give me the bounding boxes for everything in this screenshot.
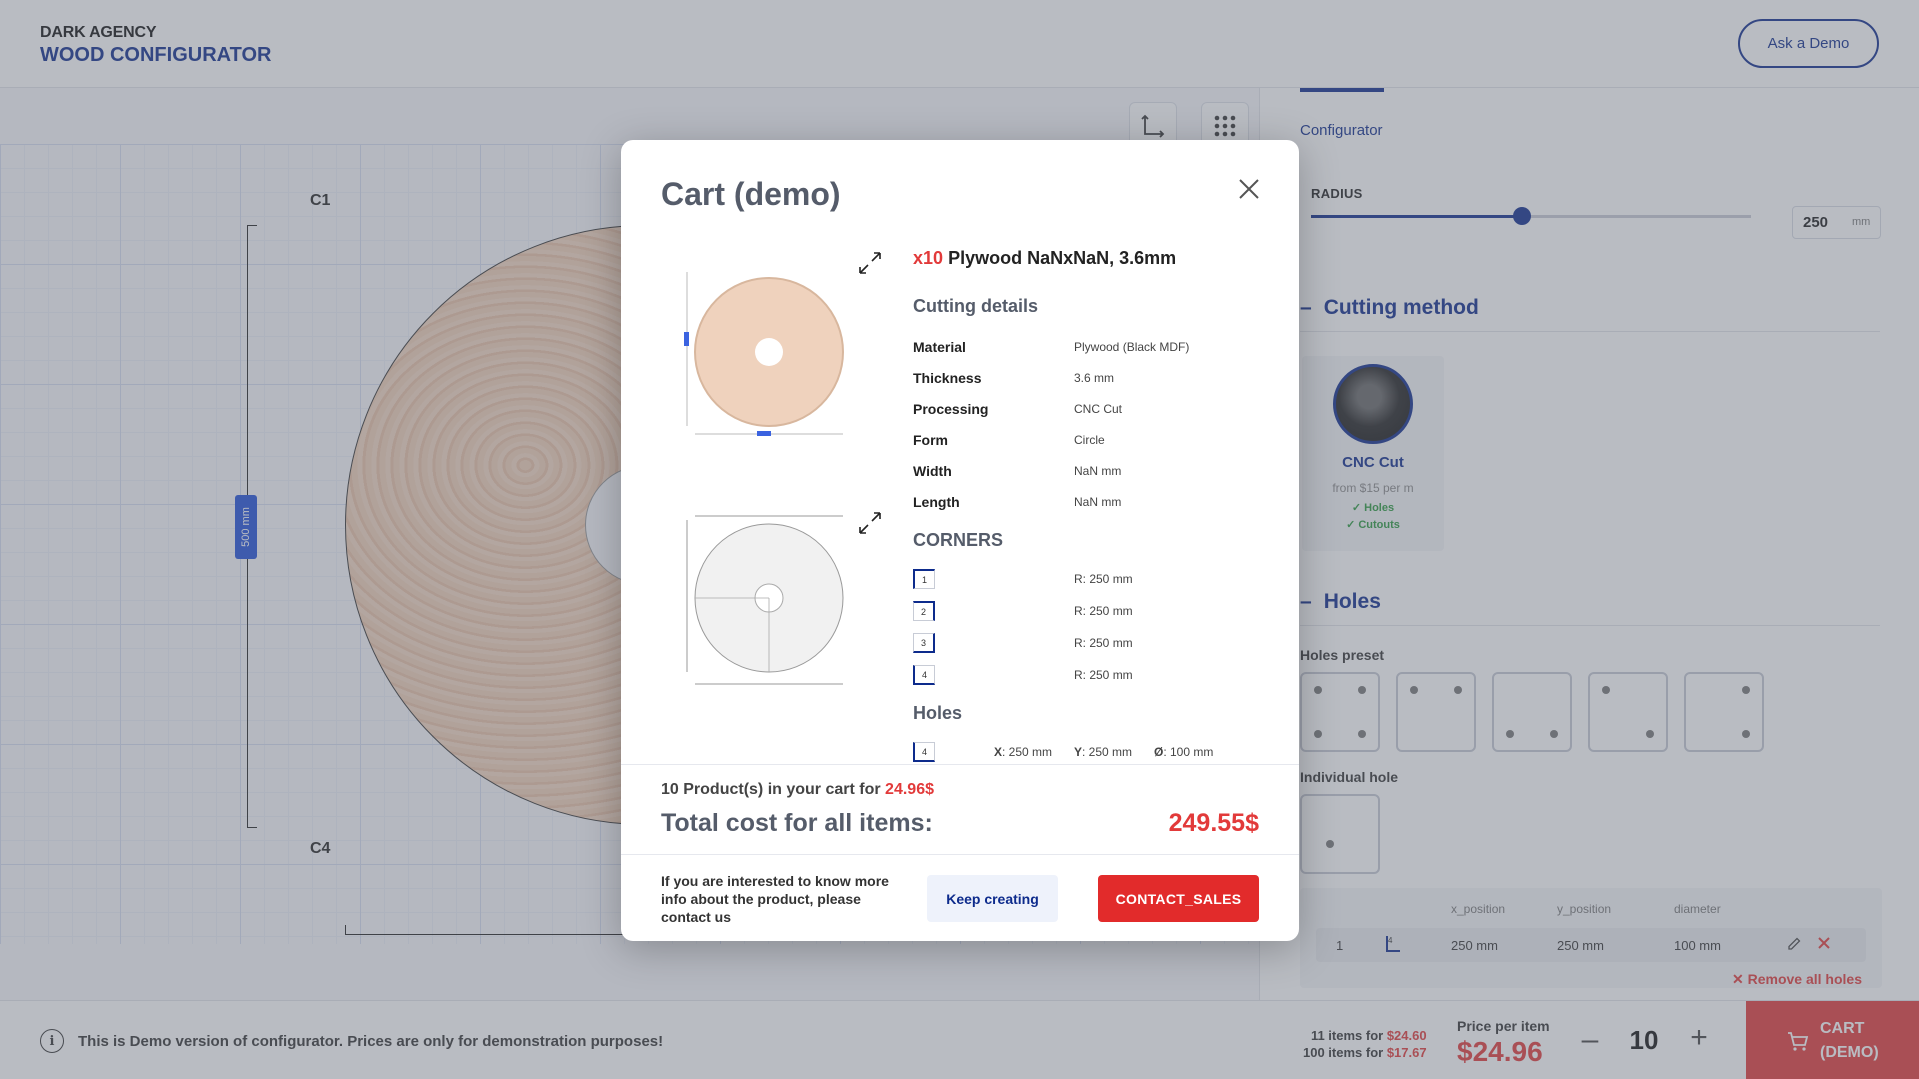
hole-x-key: X <box>994 745 1003 759</box>
detail-value-length: NaN mm <box>1074 495 1122 509</box>
corner-2-radius: R: 250 mm <box>1074 604 1133 618</box>
corner-4-radius: R: 250 mm <box>1074 668 1133 682</box>
close-icon <box>1239 179 1259 199</box>
cart-summary: 10 Product(s) in your cart for 24.96$ To… <box>621 764 1299 855</box>
detail-label-thickness: Thickness <box>913 370 982 386</box>
corner-1-radius: R: 250 mm <box>1074 572 1133 586</box>
detail-value-processing: CNC Cut <box>1074 402 1123 416</box>
detail-label-form: Form <box>913 432 948 448</box>
hole-diameter: Ø: 100 mm <box>1154 745 1213 759</box>
cart-count-price: 24.96$ <box>885 781 934 798</box>
hole-d-value: : 100 mm <box>1163 745 1214 759</box>
cart-modal: Cart (demo) x10 Plywood NaNxNaN, 3.6mm C… <box>621 140 1299 941</box>
hole-x: X: 250 mm <box>994 745 1052 759</box>
hole-y-value: : 250 mm <box>1082 745 1133 759</box>
item-drawing-thumbnail <box>669 508 869 708</box>
detail-label-processing: Processing <box>913 401 989 417</box>
cart-item-title: x10 Plywood NaNxNaN, 3.6mm <box>913 248 1176 269</box>
hole-x-value: : 250 mm <box>1002 745 1053 759</box>
expand-drawing-icon[interactable] <box>856 509 884 537</box>
corner-4-icon: 4 <box>913 665 935 685</box>
cart-item-name: Plywood NaNxNaN, 3.6mm <box>948 248 1177 268</box>
cart-item-details[interactable]: x10 Plywood NaNxNaN, 3.6mm Cutting detai… <box>621 236 1299 764</box>
close-modal-button[interactable] <box>1236 176 1262 202</box>
modal-title: Cart (demo) <box>661 176 841 212</box>
detail-value-form: Circle <box>1074 433 1105 447</box>
total-label: Total cost for all items: <box>661 809 933 837</box>
corner-2-icon: 2 <box>913 601 935 621</box>
corner-3-icon: 3 <box>913 633 935 653</box>
cart-count-text: 10 Product(s) in your cart for <box>661 781 881 798</box>
corners-heading: CORNERS <box>913 530 1004 550</box>
detail-value-width: NaN mm <box>1074 464 1122 478</box>
corner-3-radius: R: 250 mm <box>1074 636 1133 650</box>
hole-corner-icon: 4 <box>913 742 935 762</box>
total-value: 249.55$ <box>1168 809 1259 837</box>
detail-label-length: Length <box>913 494 960 510</box>
detail-value-thickness: 3.6 mm <box>1074 371 1115 385</box>
detail-label-width: Width <box>913 463 952 479</box>
keep-creating-button[interactable]: Keep creating <box>927 875 1058 922</box>
cutting-details-heading: Cutting details <box>913 296 1038 316</box>
detail-label-material: Material <box>913 339 966 355</box>
cart-item-qty: x10 <box>913 248 944 268</box>
hole-y-key: Y <box>1074 745 1083 759</box>
contact-sales-button[interactable]: CONTACT_SALES <box>1098 875 1259 922</box>
item-3d-thumbnail <box>669 250 869 450</box>
detail-value-material: Plywood (Black MDF) <box>1074 340 1190 354</box>
contact-info-note: If you are interested to know more info … <box>661 873 889 925</box>
holes-heading: Holes <box>913 703 963 723</box>
corner-1-icon: 1 <box>913 569 935 589</box>
hole-y: Y: 250 mm <box>1074 745 1132 759</box>
cart-count-line: 10 Product(s) in your cart for 24.96$ <box>661 781 934 799</box>
expand-3d-icon[interactable] <box>856 249 884 277</box>
hole-d-key: Ø <box>1154 745 1164 759</box>
